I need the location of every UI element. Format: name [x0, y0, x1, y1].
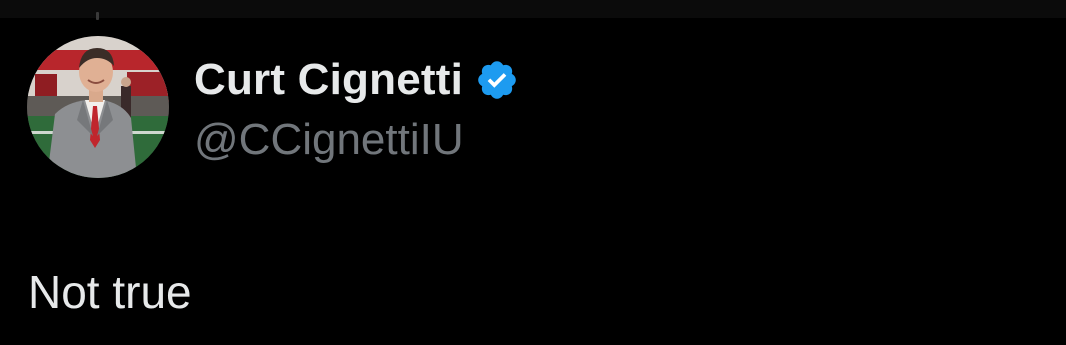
author-name-row: Curt Cignetti — [194, 52, 519, 108]
top-edge-tick — [96, 12, 99, 20]
author-handle[interactable]: @CCignettiIU — [194, 112, 464, 168]
avatar-photo — [27, 36, 169, 178]
author-avatar[interactable] — [27, 36, 169, 178]
tweet-text: Not true — [28, 266, 192, 318]
author-display-name[interactable]: Curt Cignetti — [194, 52, 463, 108]
top-edge-bar — [0, 0, 1066, 20]
verified-badge-icon[interactable] — [475, 58, 519, 102]
